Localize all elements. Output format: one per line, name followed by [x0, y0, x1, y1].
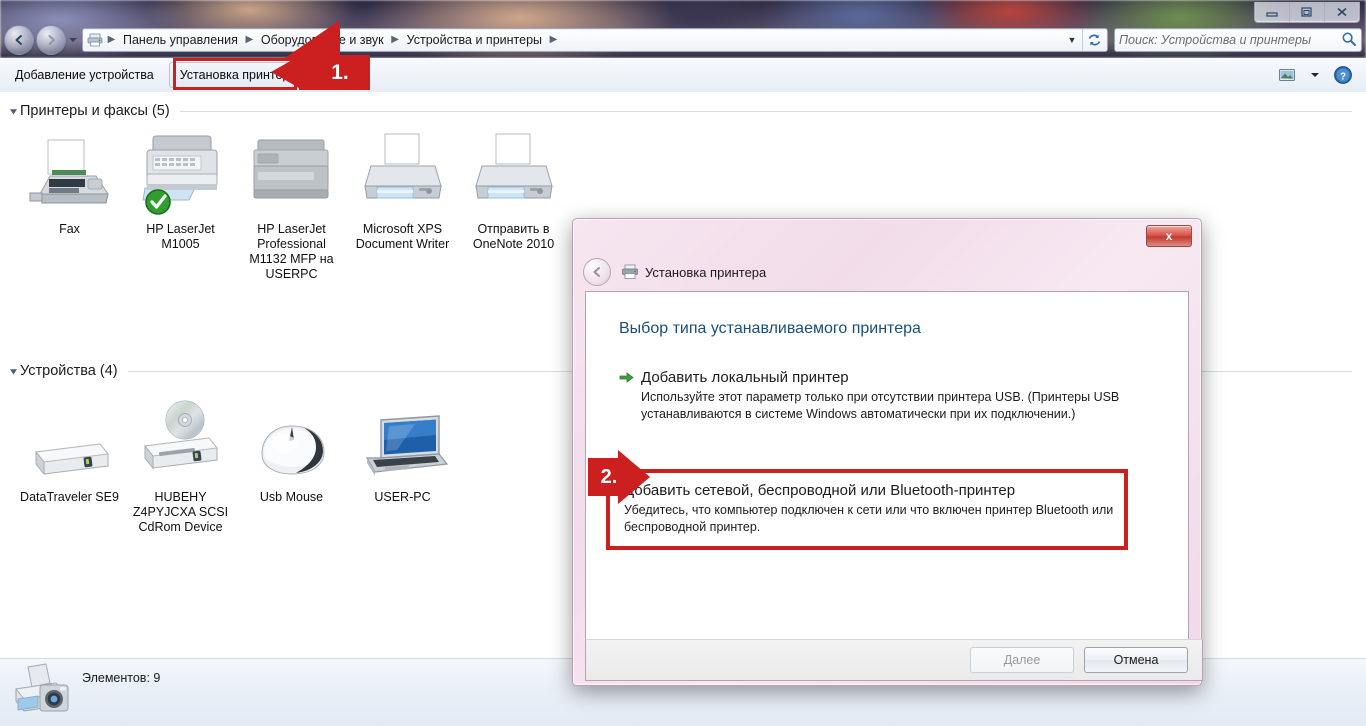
device-item-hp-m1005[interactable]: HP LaserJet M1005: [125, 130, 236, 282]
view-pane-icon: [1279, 69, 1295, 81]
device-label: DataTraveler SE9: [20, 490, 119, 504]
annotation-1-arrow: 1.: [271, 55, 370, 90]
view-options-chevron-button[interactable]: [1302, 63, 1328, 87]
cancel-button[interactable]: Отмена: [1084, 647, 1188, 673]
section-header-printers[interactable]: Принтеры и факсы (5): [0, 98, 1366, 124]
device-label: Fax: [59, 222, 80, 236]
printer-folder-icon: [85, 31, 105, 49]
device-label: Microsoft XPS Document Writer: [355, 222, 450, 251]
device-item-xps-writer[interactable]: Microsoft XPS Document Writer: [347, 130, 458, 282]
dialog-body: Выбор типа устанавливаемого принтера Доб…: [585, 291, 1189, 640]
svg-text:?: ?: [1340, 71, 1346, 82]
help-icon: ?: [1334, 66, 1352, 84]
breadcrumb-sep-2: ▶: [391, 34, 399, 45]
printer-mfp-icon: [131, 130, 231, 216]
close-icon: [1337, 7, 1347, 17]
search-placeholder: Поиск: Устройства и принтеры: [1119, 33, 1312, 47]
printer-icon: [353, 130, 453, 216]
refresh-icon: [1088, 34, 1100, 46]
chevron-down-icon: [1311, 73, 1319, 77]
address-chevron-down-icon[interactable]: ▼: [1064, 35, 1080, 45]
breadcrumb-sep-1: ▶: [245, 34, 254, 45]
breadcrumb-item-2[interactable]: Устройства и принтеры: [402, 30, 547, 50]
option-network-description: Убедитесь, что компьютер подключен к сет…: [624, 503, 1114, 534]
add-printer-dialog: x Установка принтера Выбор типа устанавл…: [572, 218, 1203, 686]
device-label: USER-PC: [374, 490, 431, 504]
fax-icon: [20, 130, 120, 216]
device-item-usb-mouse[interactable]: Usb Mouse: [236, 398, 347, 535]
printer-icon: [619, 262, 641, 282]
add-device-button[interactable]: Добавление устройства: [4, 62, 165, 88]
option-local-printer[interactable]: Добавить локальный принтер Используйте э…: [619, 368, 1139, 423]
minimize-button[interactable]: [1255, 2, 1290, 22]
dialog-title: Установка принтера: [645, 264, 767, 280]
section-rule: [179, 110, 1352, 112]
chevron-down-icon: [69, 38, 77, 42]
laptop-icon: [353, 398, 453, 484]
dialog-close-button[interactable]: x: [1146, 225, 1192, 247]
dialog-heading: Выбор типа устанавливаемого принтера: [619, 320, 921, 337]
dialog-header: Установка принтера: [573, 253, 1211, 291]
close-button[interactable]: [1325, 2, 1359, 22]
collapse-triangle-icon[interactable]: [6, 367, 20, 376]
option-network-title[interactable]: Добавить сетевой, беспроводной или Bluet…: [624, 481, 1114, 500]
section-label-devices: Устройства (4): [20, 363, 118, 379]
address-input[interactable]: ▶ Панель управления ▶ Оборудование и зву…: [82, 28, 1108, 52]
option-local-title[interactable]: Добавить локальный принтер: [641, 368, 849, 387]
device-label: Отправить в OneNote 2010: [472, 222, 555, 251]
annotation-1-label: 1.: [331, 60, 349, 84]
annotation-2-arrow: 2.: [588, 450, 650, 504]
help-button[interactable]: ?: [1330, 63, 1356, 87]
toolbar-right-group: ?: [1274, 63, 1366, 87]
annotation-1-arrowhead-icon: [271, 55, 301, 89]
forward-button[interactable]: [36, 25, 66, 55]
printer-icon: [464, 130, 564, 216]
printer-camera-icon: [8, 659, 82, 721]
section-label-printers: Принтеры и факсы (5): [20, 103, 170, 119]
device-item-cdrom[interactable]: HUBEHY Z4PYJCXA SCSI CdRom Device: [125, 398, 236, 535]
status-item-count: Элементов: 9: [82, 671, 161, 685]
device-item-fax[interactable]: Fax: [14, 130, 125, 282]
next-button[interactable]: Далее: [970, 647, 1074, 673]
device-item-datatraveler[interactable]: DataTraveler SE9: [14, 398, 125, 535]
option-network-printer[interactable]: Добавить сетевой, беспроводной или Bluet…: [606, 469, 1128, 550]
view-pane-button[interactable]: [1274, 63, 1300, 87]
device-item-user-pc[interactable]: USER-PC: [347, 398, 458, 535]
back-arrow-icon: [593, 267, 600, 277]
breadcrumb-sep-3: ▶: [549, 34, 558, 45]
dialog-back-button[interactable]: [583, 258, 611, 286]
search-input[interactable]: Поиск: Устройства и принтеры: [1114, 28, 1362, 52]
usb-drive-icon: [20, 398, 120, 484]
refresh-button[interactable]: [1082, 29, 1105, 51]
green-arrow-icon: [619, 368, 641, 384]
annotation-2-label: 2.: [600, 465, 618, 488]
search-icon[interactable]: [1341, 31, 1357, 50]
window-controls: [1254, 2, 1360, 23]
dialog-footer: Далее Отмена: [585, 639, 1203, 681]
cdrom-drive-icon: [131, 398, 231, 484]
mouse-icon: [242, 398, 342, 484]
back-arrow-icon: [15, 35, 22, 45]
device-label: Usb Mouse: [259, 490, 324, 504]
breadcrumb-item-0[interactable]: Панель управления: [118, 30, 243, 50]
collapse-triangle-icon[interactable]: [6, 107, 20, 116]
address-bar: ▶ Панель управления ▶ Оборудование и зву…: [0, 22, 1366, 58]
option-local-description: Используйте этот параметр только при отс…: [641, 390, 1120, 421]
device-label: HP LaserJet Professional M1132 MFP на US…: [249, 222, 334, 281]
back-button[interactable]: [4, 25, 34, 55]
device-item-onenote[interactable]: Отправить в OneNote 2010: [458, 130, 569, 282]
device-item-hp-m1132[interactable]: HP LaserJet Professional M1132 MFP на US…: [236, 130, 347, 282]
recent-pages-dropdown[interactable]: [66, 26, 80, 54]
restore-button[interactable]: [1290, 2, 1325, 22]
device-label: HUBEHY Z4PYJCXA SCSI CdRom Device: [132, 490, 229, 534]
device-label: HP LaserJet M1005: [146, 222, 215, 251]
restore-icon: [1301, 7, 1312, 17]
forward-arrow-icon: [48, 35, 55, 45]
breadcrumb-sep-0: ▶: [107, 34, 116, 45]
minimize-icon: [1266, 12, 1278, 17]
printer-network-icon: [242, 130, 342, 216]
